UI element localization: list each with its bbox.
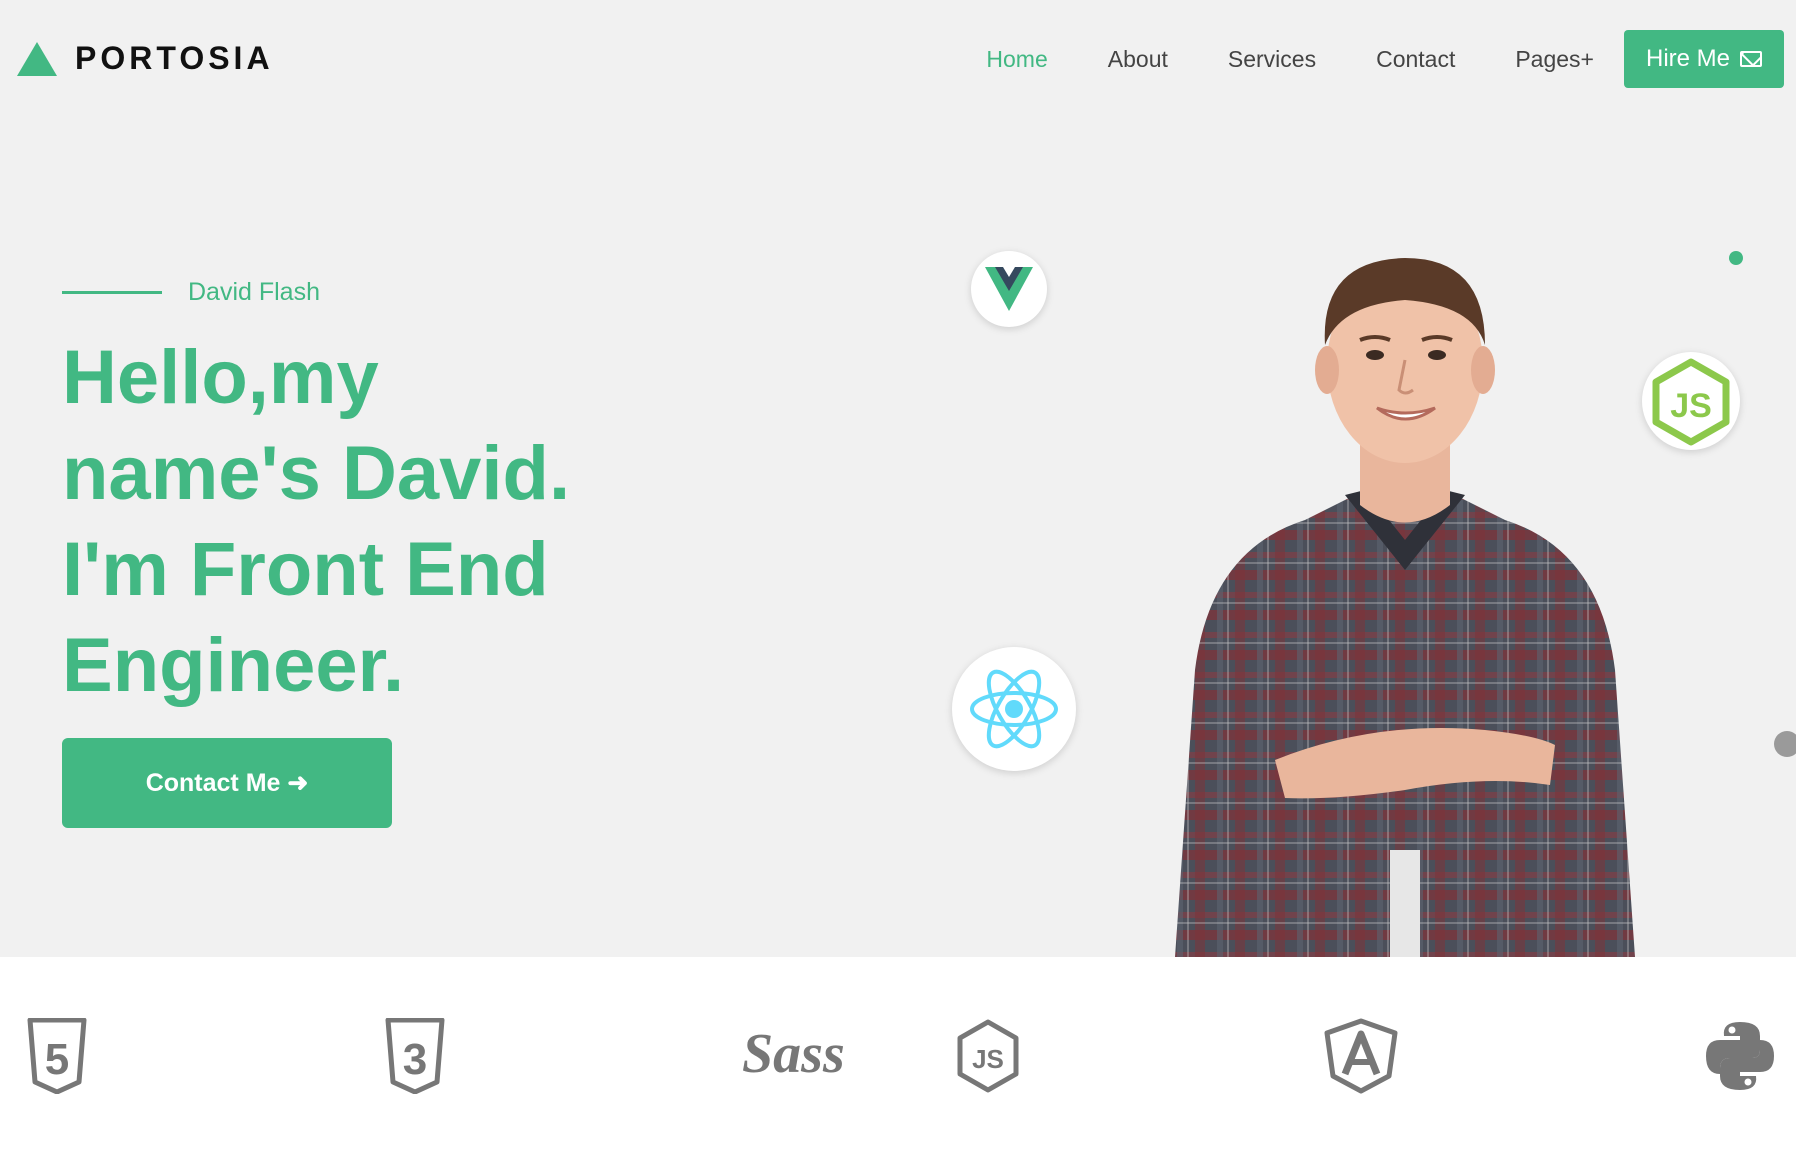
hero-headline: Hello,my name's David. I'm Front End Eng… — [62, 330, 622, 714]
decor-dot — [1774, 731, 1796, 757]
angular-icon — [1324, 1018, 1398, 1094]
hire-me-button[interactable]: Hire Me — [1624, 30, 1784, 88]
svg-text:JS: JS — [1670, 387, 1712, 425]
nodejs-icon: JS — [957, 1019, 1019, 1093]
headline-line: I'm Front End — [62, 527, 549, 612]
nodejs-icon: JS — [1652, 358, 1730, 446]
vue-icon — [985, 267, 1033, 311]
vue-badge — [971, 251, 1047, 327]
headline-line: Hello,my — [62, 335, 379, 420]
svg-text:5: 5 — [45, 1035, 69, 1084]
main-nav: Home About Services Contact Pages+ Hire … — [986, 30, 1784, 88]
hire-me-label: Hire Me — [1645, 45, 1730, 72]
brand-name: PORTOSIA — [75, 40, 274, 76]
headline-line: name's David. — [62, 431, 571, 516]
python-icon — [1706, 1022, 1774, 1090]
nav-about[interactable]: About — [1108, 46, 1168, 73]
html5-icon: 5 — [27, 1018, 87, 1094]
nav-services[interactable]: Services — [1228, 46, 1316, 73]
react-badge — [952, 647, 1076, 771]
css3-icon: 3 — [385, 1018, 445, 1094]
decor-dot — [1729, 251, 1743, 265]
nav-contact[interactable]: Contact — [1376, 46, 1455, 73]
sass-icon: Sass — [742, 1023, 845, 1085]
eyebrow-name: David Flash — [188, 278, 320, 306]
svg-text:JS: JS — [972, 1044, 1004, 1074]
page: PORTOSIA Home About Services Contact Pag… — [0, 0, 1796, 1154]
contact-me-button[interactable]: Contact Me ➜ — [62, 738, 392, 828]
brand-logo[interactable]: PORTOSIA — [17, 40, 274, 77]
triangle-logo-icon — [17, 41, 57, 76]
react-icon — [970, 669, 1058, 749]
svg-text:Sass: Sass — [742, 1023, 845, 1085]
mail-icon — [1740, 51, 1762, 67]
nodejs-badge: JS — [1642, 352, 1740, 450]
svg-text:3: 3 — [403, 1035, 427, 1084]
headline-line: Engineer. — [62, 623, 405, 708]
hero-eyebrow: David Flash — [62, 278, 320, 307]
tech-strip — [0, 957, 1796, 1154]
eyebrow-divider — [62, 291, 162, 294]
nav-pages[interactable]: Pages+ — [1515, 46, 1594, 73]
nav-home[interactable]: Home — [986, 46, 1047, 73]
person-portrait — [1175, 258, 1635, 957]
